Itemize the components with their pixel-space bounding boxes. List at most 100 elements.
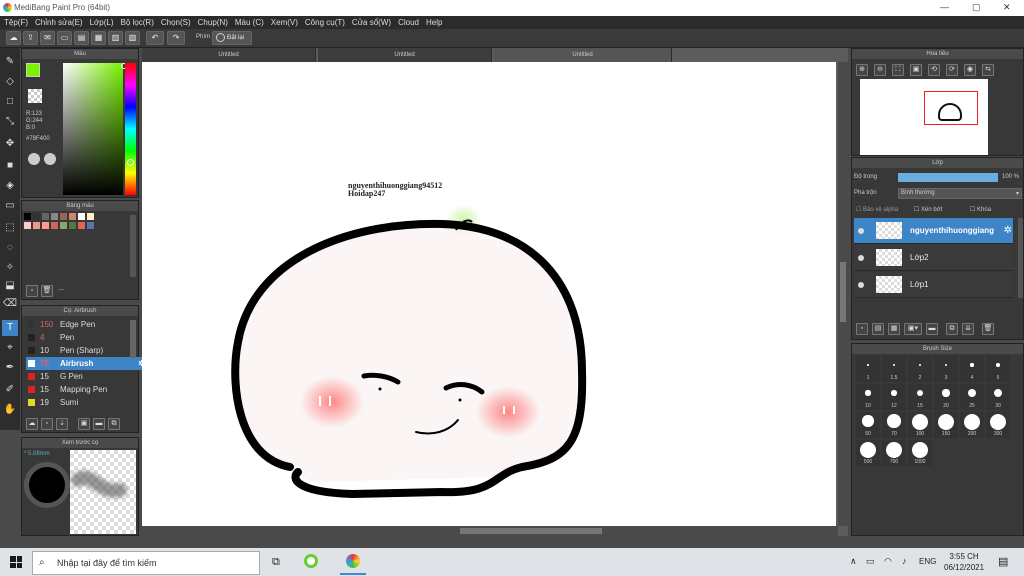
menu-filter[interactable]: Bộ lọc(R) bbox=[121, 16, 158, 29]
brush-row-edge-pen[interactable]: 150 Edge Pen bbox=[26, 318, 147, 331]
brush-size-cell[interactable]: 1000 bbox=[908, 440, 932, 466]
drawing-canvas[interactable]: nguyenthihuonggiang94512 Hoidap247 bbox=[142, 62, 836, 526]
clock[interactable]: 3:55 CH 06/12/2021 bbox=[944, 551, 984, 573]
menu-color[interactable]: Màu (C) bbox=[235, 16, 268, 29]
horizontal-scroll-thumb[interactable] bbox=[460, 528, 602, 534]
zoom-out-icon[interactable]: ⊖ bbox=[874, 64, 886, 76]
brush-size-cell[interactable]: 700 bbox=[882, 440, 906, 466]
wifi-icon[interactable]: ◠ bbox=[884, 556, 892, 567]
layer-row-text[interactable]: nguyenthihuonggiang ✲ bbox=[854, 218, 1013, 244]
brush-row-pen[interactable]: 4 Pen bbox=[26, 331, 147, 344]
delete-layer-icon[interactable]: 🗑 bbox=[982, 323, 994, 335]
brush-size-cell[interactable]: 30 bbox=[986, 384, 1010, 410]
rectangle-tool-icon[interactable]: □ bbox=[2, 94, 18, 110]
new-layer-icon[interactable]: ▫ bbox=[856, 323, 868, 335]
fill-rect-tool-icon[interactable]: ■ bbox=[2, 158, 18, 174]
gradient-tool-icon[interactable]: ▭ bbox=[2, 198, 18, 214]
task-view-icon[interactable]: ⧉ bbox=[272, 556, 280, 569]
brush-size-cell[interactable]: 15 bbox=[908, 384, 932, 410]
brush-row-mapping-pen[interactable]: 15 Mapping Pen bbox=[26, 383, 147, 396]
folder-icon[interactable]: ▬ bbox=[93, 418, 105, 430]
brush-row-sumi[interactable]: 19 Sumi bbox=[26, 396, 147, 406]
eyedropper-tool-icon[interactable]: ✐ bbox=[2, 382, 18, 398]
palette-color-swatch[interactable] bbox=[87, 213, 94, 220]
blend-mode-select[interactable]: Bình thường ▾ bbox=[898, 188, 1022, 199]
new-brush-icon[interactable]: ▫ bbox=[41, 418, 53, 430]
brush-size-cell[interactable]: 2 bbox=[908, 356, 932, 382]
share-icon[interactable]: ⇪ bbox=[23, 31, 38, 45]
brush-row-pen-sharp[interactable]: 10 Pen (Sharp) bbox=[26, 344, 147, 357]
navigator-thumbnail[interactable] bbox=[860, 79, 988, 155]
palette-color-swatch[interactable] bbox=[51, 213, 58, 220]
volume-icon[interactable]: ♪ bbox=[902, 556, 907, 566]
brush-scrollbar[interactable] bbox=[130, 320, 136, 358]
select-pen-tool-icon[interactable]: ⬓ bbox=[2, 278, 18, 294]
flip-icon[interactable]: ⇆ bbox=[982, 64, 994, 76]
brush-size-cell[interactable]: 5 bbox=[986, 356, 1010, 382]
doc-tab-2[interactable]: Untitled bbox=[318, 48, 492, 62]
palette-color-swatch[interactable] bbox=[60, 213, 67, 220]
palette-color-swatch[interactable] bbox=[33, 213, 40, 220]
palette-color-swatch[interactable] bbox=[78, 213, 85, 220]
document-icon[interactable]: ▤ bbox=[74, 31, 89, 45]
eye-icon[interactable] bbox=[858, 282, 864, 288]
palette-scrollbar[interactable] bbox=[130, 215, 136, 277]
eraser-tool-icon[interactable]: ◇ bbox=[2, 74, 18, 90]
menu-cloud[interactable]: Cloud bbox=[398, 16, 423, 29]
minimize-button[interactable]: — bbox=[940, 2, 949, 12]
battery-icon[interactable]: ▭ bbox=[866, 556, 875, 567]
horizontal-scrollbar[interactable] bbox=[142, 526, 838, 536]
transparent-swatch[interactable] bbox=[28, 89, 42, 103]
chevron-up-icon[interactable]: ∧ bbox=[850, 556, 857, 567]
brush-size-cell[interactable]: 500 bbox=[856, 440, 880, 466]
taskbar-search[interactable]: ⌕ Nhập tại đây để tìm kiếm bbox=[32, 551, 260, 575]
dot-tool-icon[interactable]: ⤡ bbox=[2, 114, 18, 130]
palette-color-swatch[interactable] bbox=[78, 222, 85, 229]
folder-icon[interactable]: ▬ bbox=[926, 323, 938, 335]
color-picker-icon[interactable] bbox=[44, 153, 56, 165]
rotate-left-icon[interactable]: ⟲ bbox=[928, 64, 940, 76]
merge-down-icon[interactable]: ⇊ bbox=[962, 323, 974, 335]
color-wheel-icon[interactable] bbox=[28, 153, 40, 165]
duplicate-icon[interactable]: ⧉ bbox=[108, 418, 120, 430]
menu-edit[interactable]: Chỉnh sửa(E) bbox=[35, 16, 87, 29]
palette-color-swatch[interactable] bbox=[69, 213, 76, 220]
brush-size-cell[interactable]: 50 bbox=[856, 412, 880, 438]
clipping-toggle[interactable]: ☐ Xén bớt bbox=[914, 206, 942, 213]
filter-icon[interactable]: ▧ bbox=[125, 31, 140, 45]
new-halftone-layer-icon[interactable]: ▤ bbox=[872, 323, 884, 335]
select-rect-tool-icon[interactable]: ⬚ bbox=[2, 220, 18, 236]
brush-size-cell[interactable]: 300 bbox=[986, 412, 1010, 438]
actual-size-icon[interactable]: ▣ bbox=[910, 64, 922, 76]
lasso-tool-icon[interactable]: ◌ bbox=[2, 240, 18, 256]
text-tool-icon[interactable]: T bbox=[2, 320, 18, 336]
brush-tool-icon[interactable]: ✎ bbox=[2, 54, 18, 70]
copy-brush-icon[interactable]: ▣ bbox=[78, 418, 90, 430]
primary-color-swatch[interactable] bbox=[26, 63, 40, 77]
select-eraser-tool-icon[interactable]: ⌫ bbox=[2, 296, 18, 312]
language-indicator[interactable]: ENG bbox=[919, 557, 936, 566]
lock-toggle[interactable]: ☐ Khóa bbox=[970, 206, 991, 213]
brush-size-cell[interactable]: 100 bbox=[908, 412, 932, 438]
brush-size-cell[interactable]: 20 bbox=[934, 384, 958, 410]
opacity-slider[interactable] bbox=[898, 173, 998, 182]
undo-icon[interactable]: ↶ bbox=[146, 31, 164, 45]
new-palette-icon[interactable]: ▫ bbox=[26, 285, 38, 297]
new-8bit-layer-icon[interactable]: ▦ bbox=[888, 323, 900, 335]
magic-wand-tool-icon[interactable]: ✧ bbox=[2, 260, 18, 276]
hue-handle[interactable] bbox=[127, 159, 134, 166]
palette-color-swatch[interactable] bbox=[69, 222, 76, 229]
eye-icon[interactable] bbox=[858, 255, 864, 261]
palette-color-swatch[interactable] bbox=[51, 222, 58, 229]
eye-icon[interactable] bbox=[858, 228, 864, 234]
chrome-taskbar-icon[interactable] bbox=[346, 554, 360, 568]
palette-color-swatch[interactable] bbox=[42, 213, 49, 220]
brush-size-cell[interactable]: 150 bbox=[934, 412, 958, 438]
alpha-protect-toggle[interactable]: ☐ Bảo vệ alpha bbox=[856, 206, 898, 213]
brush-size-cell[interactable]: 4 bbox=[960, 356, 984, 382]
brush-size-cell[interactable]: 12 bbox=[882, 384, 906, 410]
add-layer-menu-icon[interactable]: ▣▾ bbox=[904, 323, 922, 335]
medibang-taskbar-icon[interactable] bbox=[304, 554, 318, 568]
menu-window[interactable]: Cửa sổ(W) bbox=[352, 16, 395, 29]
brush-size-cell[interactable]: 70 bbox=[882, 412, 906, 438]
